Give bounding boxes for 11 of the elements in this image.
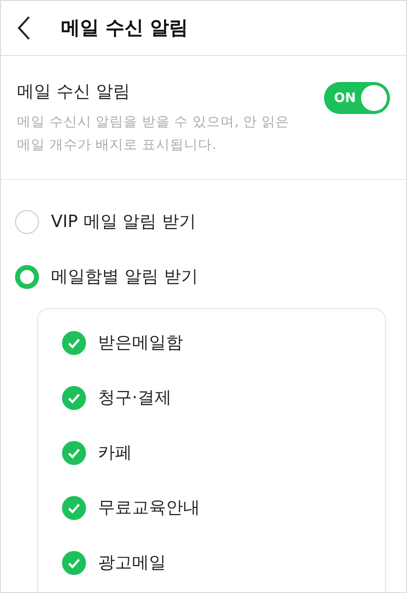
mailbox-checkbox[interactable]: 청구·결제: [62, 370, 385, 425]
radio-option[interactable]: 메일함별 알림 받기: [15, 249, 392, 304]
page-title: 메일 수신 알림: [61, 16, 188, 41]
mailbox-checkbox[interactable]: 카페: [62, 425, 385, 480]
mailbox-checkbox[interactable]: 광고메일: [62, 535, 385, 590]
mailbox-checkbox[interactable]: 받은메일함: [62, 315, 385, 370]
back-icon[interactable]: [17, 15, 31, 41]
mailbox-checkbox[interactable]: 무료교육안내: [62, 480, 385, 535]
setting-description: 메일 수신시 알림을 받을 수 있으며, 안 읽은 메일 개수가 배지로 표시됩니다.: [17, 113, 290, 155]
radio-option[interactable]: VIP 메일 알림 받기: [15, 194, 392, 249]
setting-label: 메일 수신 알림: [17, 81, 131, 103]
